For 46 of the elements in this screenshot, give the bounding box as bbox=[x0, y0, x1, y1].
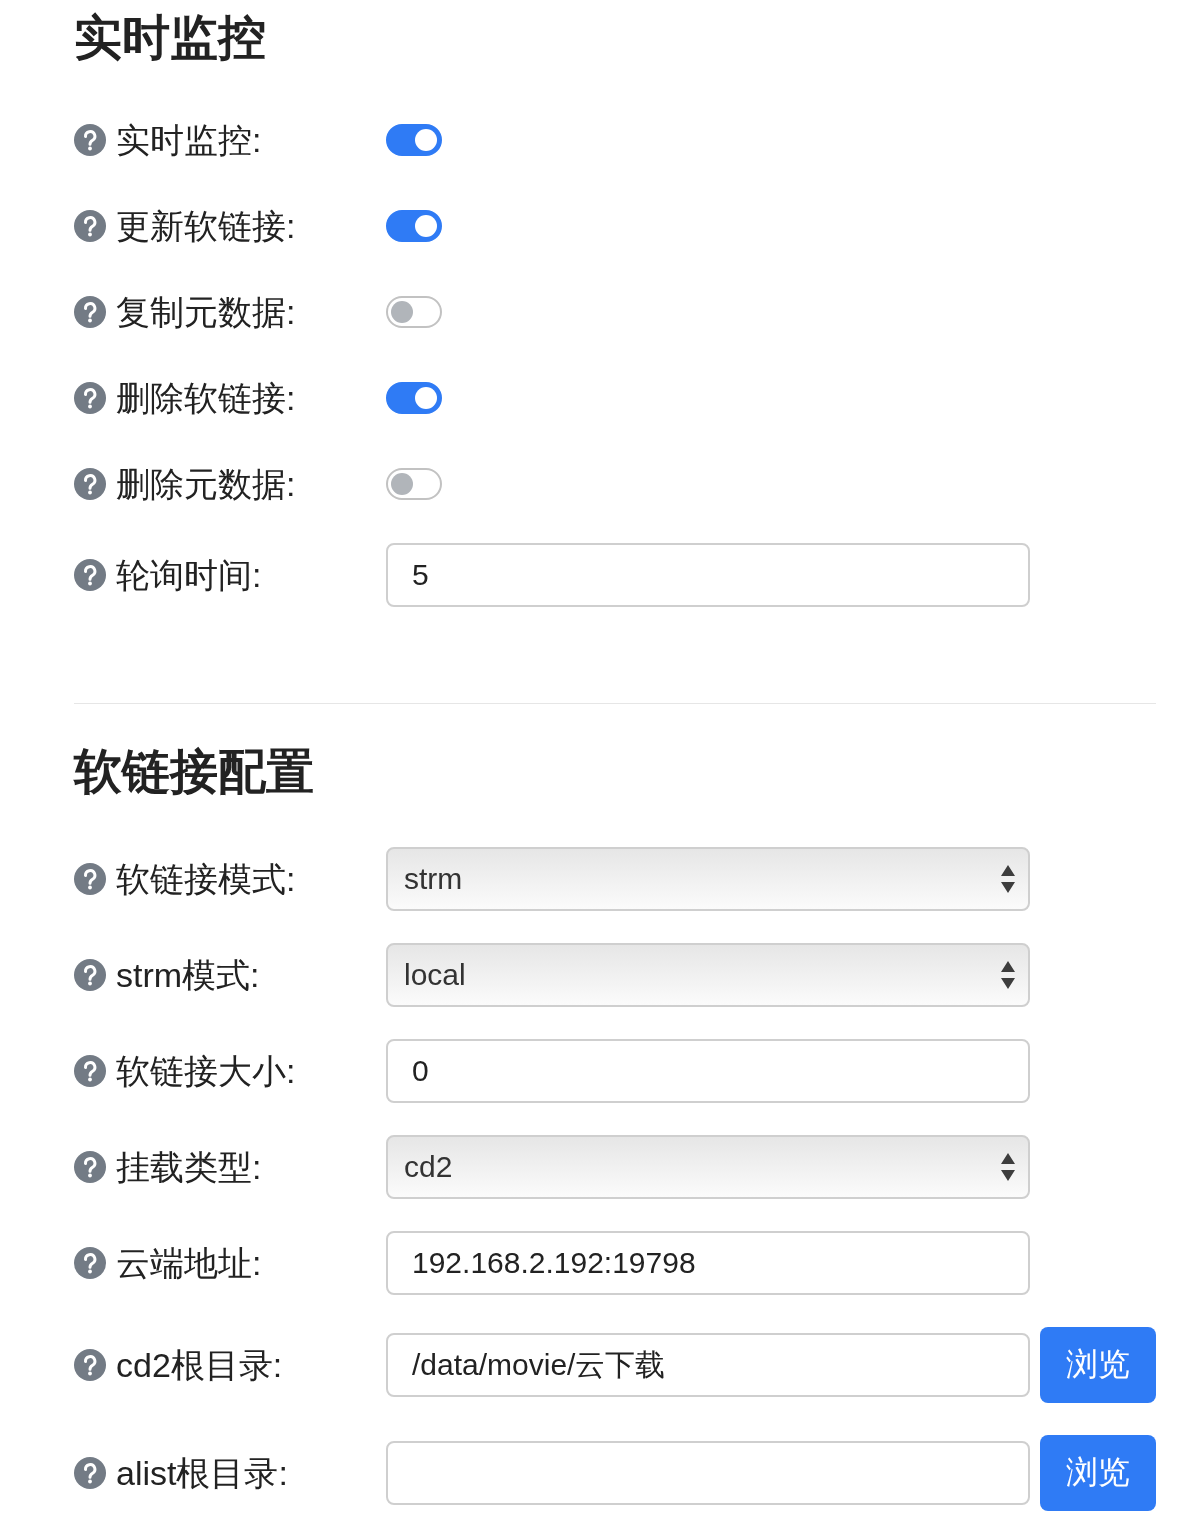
sort-arrows-icon bbox=[1000, 864, 1016, 894]
field-label: 更新软链接: bbox=[116, 206, 296, 246]
field-label: 删除软链接: bbox=[116, 378, 296, 418]
sort-arrows-icon bbox=[1000, 1152, 1016, 1182]
help-icon[interactable] bbox=[74, 468, 106, 500]
help-icon[interactable] bbox=[74, 1247, 106, 1279]
field-label: cd2根目录: bbox=[116, 1345, 283, 1385]
field-label: 挂载类型: bbox=[116, 1147, 262, 1187]
text-field[interactable]: 0 bbox=[386, 1039, 1030, 1103]
field-label: strm模式: bbox=[116, 955, 260, 995]
field-label: 软链接模式: bbox=[116, 859, 296, 899]
help-icon[interactable] bbox=[74, 210, 106, 242]
help-icon[interactable] bbox=[74, 1055, 106, 1087]
text-field[interactable]: 5 bbox=[386, 543, 1030, 607]
text-field[interactable] bbox=[386, 1441, 1030, 1505]
dropdown[interactable]: local bbox=[386, 943, 1030, 1007]
help-icon[interactable] bbox=[74, 124, 106, 156]
field-label: 删除元数据: bbox=[116, 464, 296, 504]
toggle-switch[interactable] bbox=[386, 382, 442, 414]
help-icon[interactable] bbox=[74, 1457, 106, 1489]
text-field[interactable]: 192.168.2.192:19798 bbox=[386, 1231, 1030, 1295]
help-icon[interactable] bbox=[74, 959, 106, 991]
field-label: 轮询时间: bbox=[116, 555, 262, 595]
field-label: 软链接大小: bbox=[116, 1051, 296, 1091]
dropdown[interactable]: cd2 bbox=[386, 1135, 1030, 1199]
help-icon[interactable] bbox=[74, 559, 106, 591]
text-field[interactable]: /data/movie/云下载 bbox=[386, 1333, 1030, 1397]
browse-button[interactable]: 浏览 bbox=[1040, 1435, 1156, 1511]
toggle-switch[interactable] bbox=[386, 210, 442, 242]
browse-button[interactable]: 浏览 bbox=[1040, 1327, 1156, 1403]
section-title: 实时监控 bbox=[74, 10, 266, 66]
field-label: alist根目录: bbox=[116, 1453, 288, 1493]
help-icon[interactable] bbox=[74, 863, 106, 895]
dropdown[interactable]: strm bbox=[386, 847, 1030, 911]
toggle-switch[interactable] bbox=[386, 124, 442, 156]
field-label: 云端地址: bbox=[116, 1243, 262, 1283]
help-icon[interactable] bbox=[74, 382, 106, 414]
help-icon[interactable] bbox=[74, 1349, 106, 1381]
toggle-switch[interactable] bbox=[386, 468, 442, 500]
section-title: 软链接配置 bbox=[74, 744, 314, 800]
sort-arrows-icon bbox=[1000, 960, 1016, 990]
field-label: 实时监控: bbox=[116, 120, 262, 160]
help-icon[interactable] bbox=[74, 1151, 106, 1183]
toggle-switch[interactable] bbox=[386, 296, 442, 328]
field-label: 复制元数据: bbox=[116, 292, 296, 332]
help-icon[interactable] bbox=[74, 296, 106, 328]
